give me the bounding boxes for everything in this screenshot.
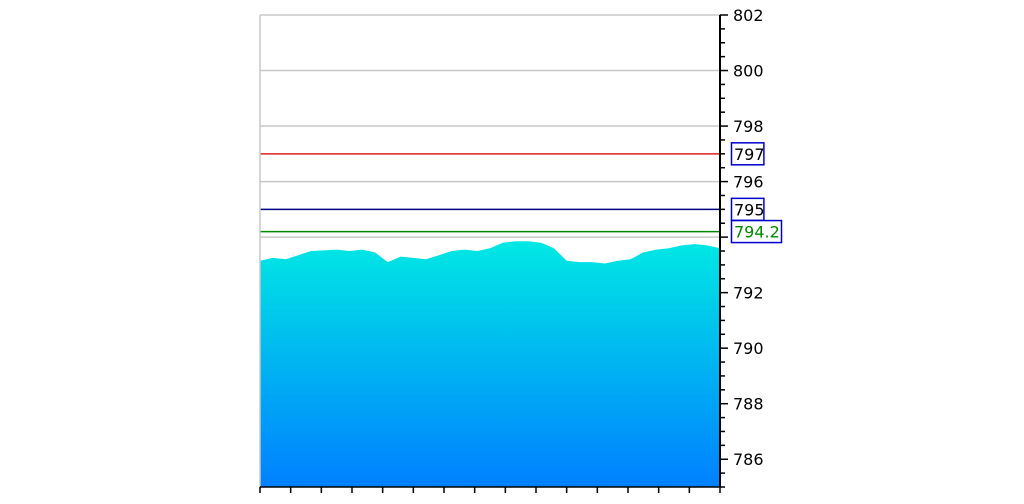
y-tick-label-792: 792 — [733, 284, 764, 303]
reference-lines: 797 795 794.2 — [260, 142, 783, 244]
y-tick-label-788: 788 — [733, 395, 764, 414]
reference-label-0: 797 — [734, 145, 765, 164]
y-tick-label-796: 796 — [733, 173, 764, 192]
area-fill — [260, 241, 720, 487]
y-tick-label-798: 798 — [733, 117, 764, 136]
reference-label-2: 794.2 — [734, 223, 780, 242]
area-series — [260, 241, 720, 487]
area-chart: 797 795 794.2 786 788 790 792 796 798 800 802 — [259, 6, 783, 493]
y-axis: 786 788 790 792 796 798 800 802 — [719, 6, 764, 488]
chart-container: 797 795 794.2 786 788 790 792 796 798 800 802 — [0, 0, 1024, 500]
reference-label-1: 795 — [734, 200, 765, 219]
x-axis — [259, 486, 721, 493]
y-tick-label-786: 786 — [733, 450, 764, 469]
y-tick-label-802: 802 — [733, 6, 764, 25]
y-tick-label-790: 790 — [733, 339, 764, 358]
y-tick-label-800: 800 — [733, 62, 764, 81]
